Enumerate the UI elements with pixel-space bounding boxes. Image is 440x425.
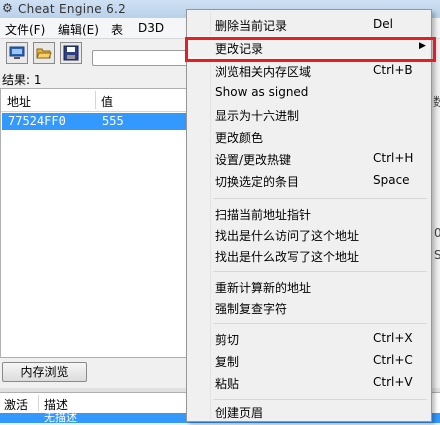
window-title: Cheat Engine 6.2 bbox=[18, 2, 127, 16]
menu-item-shortcut: Ctrl+B bbox=[373, 63, 413, 77]
computer-icon bbox=[9, 46, 25, 59]
menu-item-label: 浏览相关内存区域 bbox=[215, 65, 312, 79]
menu-item-shortcut: Ctrl+X bbox=[373, 331, 413, 345]
menu-item-label: 显示为十六进制 bbox=[215, 109, 300, 123]
results-row-selected[interactable]: 77524FF0 555 bbox=[2, 113, 198, 130]
folder-open-icon bbox=[36, 48, 52, 59]
result-address: 77524FF0 bbox=[8, 114, 66, 128]
right-edge-label-2: S bbox=[434, 248, 440, 262]
menu-item-label: 创建页眉 bbox=[215, 406, 264, 420]
memory-view-button[interactable]: 内存浏览 bbox=[2, 362, 87, 382]
menu-item-shortcut: Space bbox=[373, 173, 410, 187]
menu-file[interactable]: 文件(F) bbox=[5, 21, 45, 38]
found-results-list[interactable]: 地址 值 77524FF0 555 bbox=[0, 88, 200, 358]
menu-item-label: 重新计算新的地址 bbox=[215, 281, 312, 295]
menu-item-create-header[interactable]: 创建页眉 bbox=[189, 401, 429, 423]
menu-separator bbox=[213, 323, 427, 324]
menu-item-label: 切换选定的条目 bbox=[215, 175, 300, 189]
menu-item-label: 设置/更改热键 bbox=[215, 153, 292, 167]
save-button[interactable] bbox=[60, 42, 82, 64]
menu-d3d[interactable]: D3D bbox=[138, 21, 164, 35]
menu-item-label: 更改颜色 bbox=[215, 131, 264, 145]
context-menu: 删除当前记录 Del 更改记录 ▶ 浏览相关内存区域 Ctrl+B Show a… bbox=[186, 9, 432, 422]
menu-item-shortcut: Ctrl+H bbox=[373, 151, 414, 165]
menu-item-force-recheck[interactable]: 强制复查字符 bbox=[189, 297, 429, 319]
app-icon: ⚙ bbox=[2, 1, 13, 15]
menu-item-show-signed[interactable]: Show as signed bbox=[189, 82, 429, 104]
menu-item-label: 剪切 bbox=[215, 333, 240, 347]
menu-item-toggle-selected[interactable]: 切换选定的条目 Space bbox=[189, 170, 429, 192]
save-disk-icon bbox=[63, 45, 79, 61]
menu-item-shortcut: Ctrl+V bbox=[373, 375, 413, 389]
menu-item-label: 复制 bbox=[215, 355, 240, 369]
select-process-button[interactable] bbox=[6, 42, 28, 64]
header-separator bbox=[95, 91, 96, 109]
menu-item-shortcut: Ctrl+C bbox=[373, 353, 413, 367]
menu-edit[interactable]: 编辑(E) bbox=[58, 21, 99, 38]
menu-item-label: 粘贴 bbox=[215, 377, 240, 391]
menu-table[interactable]: 表 bbox=[111, 21, 123, 38]
menu-item-show-hex[interactable]: 显示为十六进制 bbox=[189, 104, 429, 126]
header-active[interactable]: 激活 bbox=[4, 396, 28, 413]
menu-separator bbox=[213, 271, 427, 272]
menu-item-label: 强制复查字符 bbox=[215, 302, 288, 316]
menu-item-browse-memory[interactable]: 浏览相关内存区域 Ctrl+B bbox=[189, 60, 429, 82]
menu-item-label: 找出是什么访问了这个地址 bbox=[215, 229, 360, 243]
menu-item-label: 找出是什么改写了这个地址 bbox=[215, 250, 360, 264]
menu-item-copy[interactable]: 复制 Ctrl+C bbox=[189, 350, 429, 372]
menu-item-label: 扫描当前地址指针 bbox=[215, 208, 312, 222]
address-description: 无描述 bbox=[44, 411, 77, 424]
results-header: 地址 值 bbox=[1, 89, 199, 112]
menu-item-recalculate-address[interactable]: 重新计算新的地址 bbox=[189, 276, 429, 298]
right-edge-value: 0 bbox=[434, 226, 440, 240]
menu-item-set-hotkey[interactable]: 设置/更改热键 Ctrl+H bbox=[189, 148, 429, 170]
menu-item-find-access[interactable]: 找出是什么访问了这个地址 bbox=[189, 224, 429, 246]
menu-item-find-write[interactable]: 找出是什么改写了这个地址 bbox=[189, 245, 429, 267]
highlight-outline bbox=[185, 37, 436, 62]
menu-separator bbox=[213, 399, 427, 400]
menu-item-change-color[interactable]: 更改颜色 bbox=[189, 126, 429, 148]
menu-item-shortcut: Del bbox=[373, 17, 393, 31]
header-separator bbox=[38, 395, 39, 411]
header-address[interactable]: 地址 bbox=[7, 93, 31, 110]
right-edge-label: 数 bbox=[433, 95, 440, 109]
menu-item-label: 删除当前记录 bbox=[215, 19, 288, 33]
menu-item-cut[interactable]: 剪切 Ctrl+X bbox=[189, 328, 429, 350]
menu-item-pointer-scan[interactable]: 扫描当前地址指针 bbox=[189, 203, 429, 225]
results-count: 结果: 1 bbox=[2, 73, 42, 87]
result-value: 555 bbox=[102, 114, 124, 128]
menu-item-paste[interactable]: 粘贴 Ctrl+V bbox=[189, 372, 429, 394]
menu-separator bbox=[213, 198, 427, 199]
menu-item-delete-record[interactable]: 删除当前记录 Del bbox=[189, 14, 429, 36]
menu-item-label: Show as signed bbox=[215, 85, 309, 99]
header-value[interactable]: 值 bbox=[101, 93, 113, 110]
open-button[interactable] bbox=[33, 42, 55, 64]
